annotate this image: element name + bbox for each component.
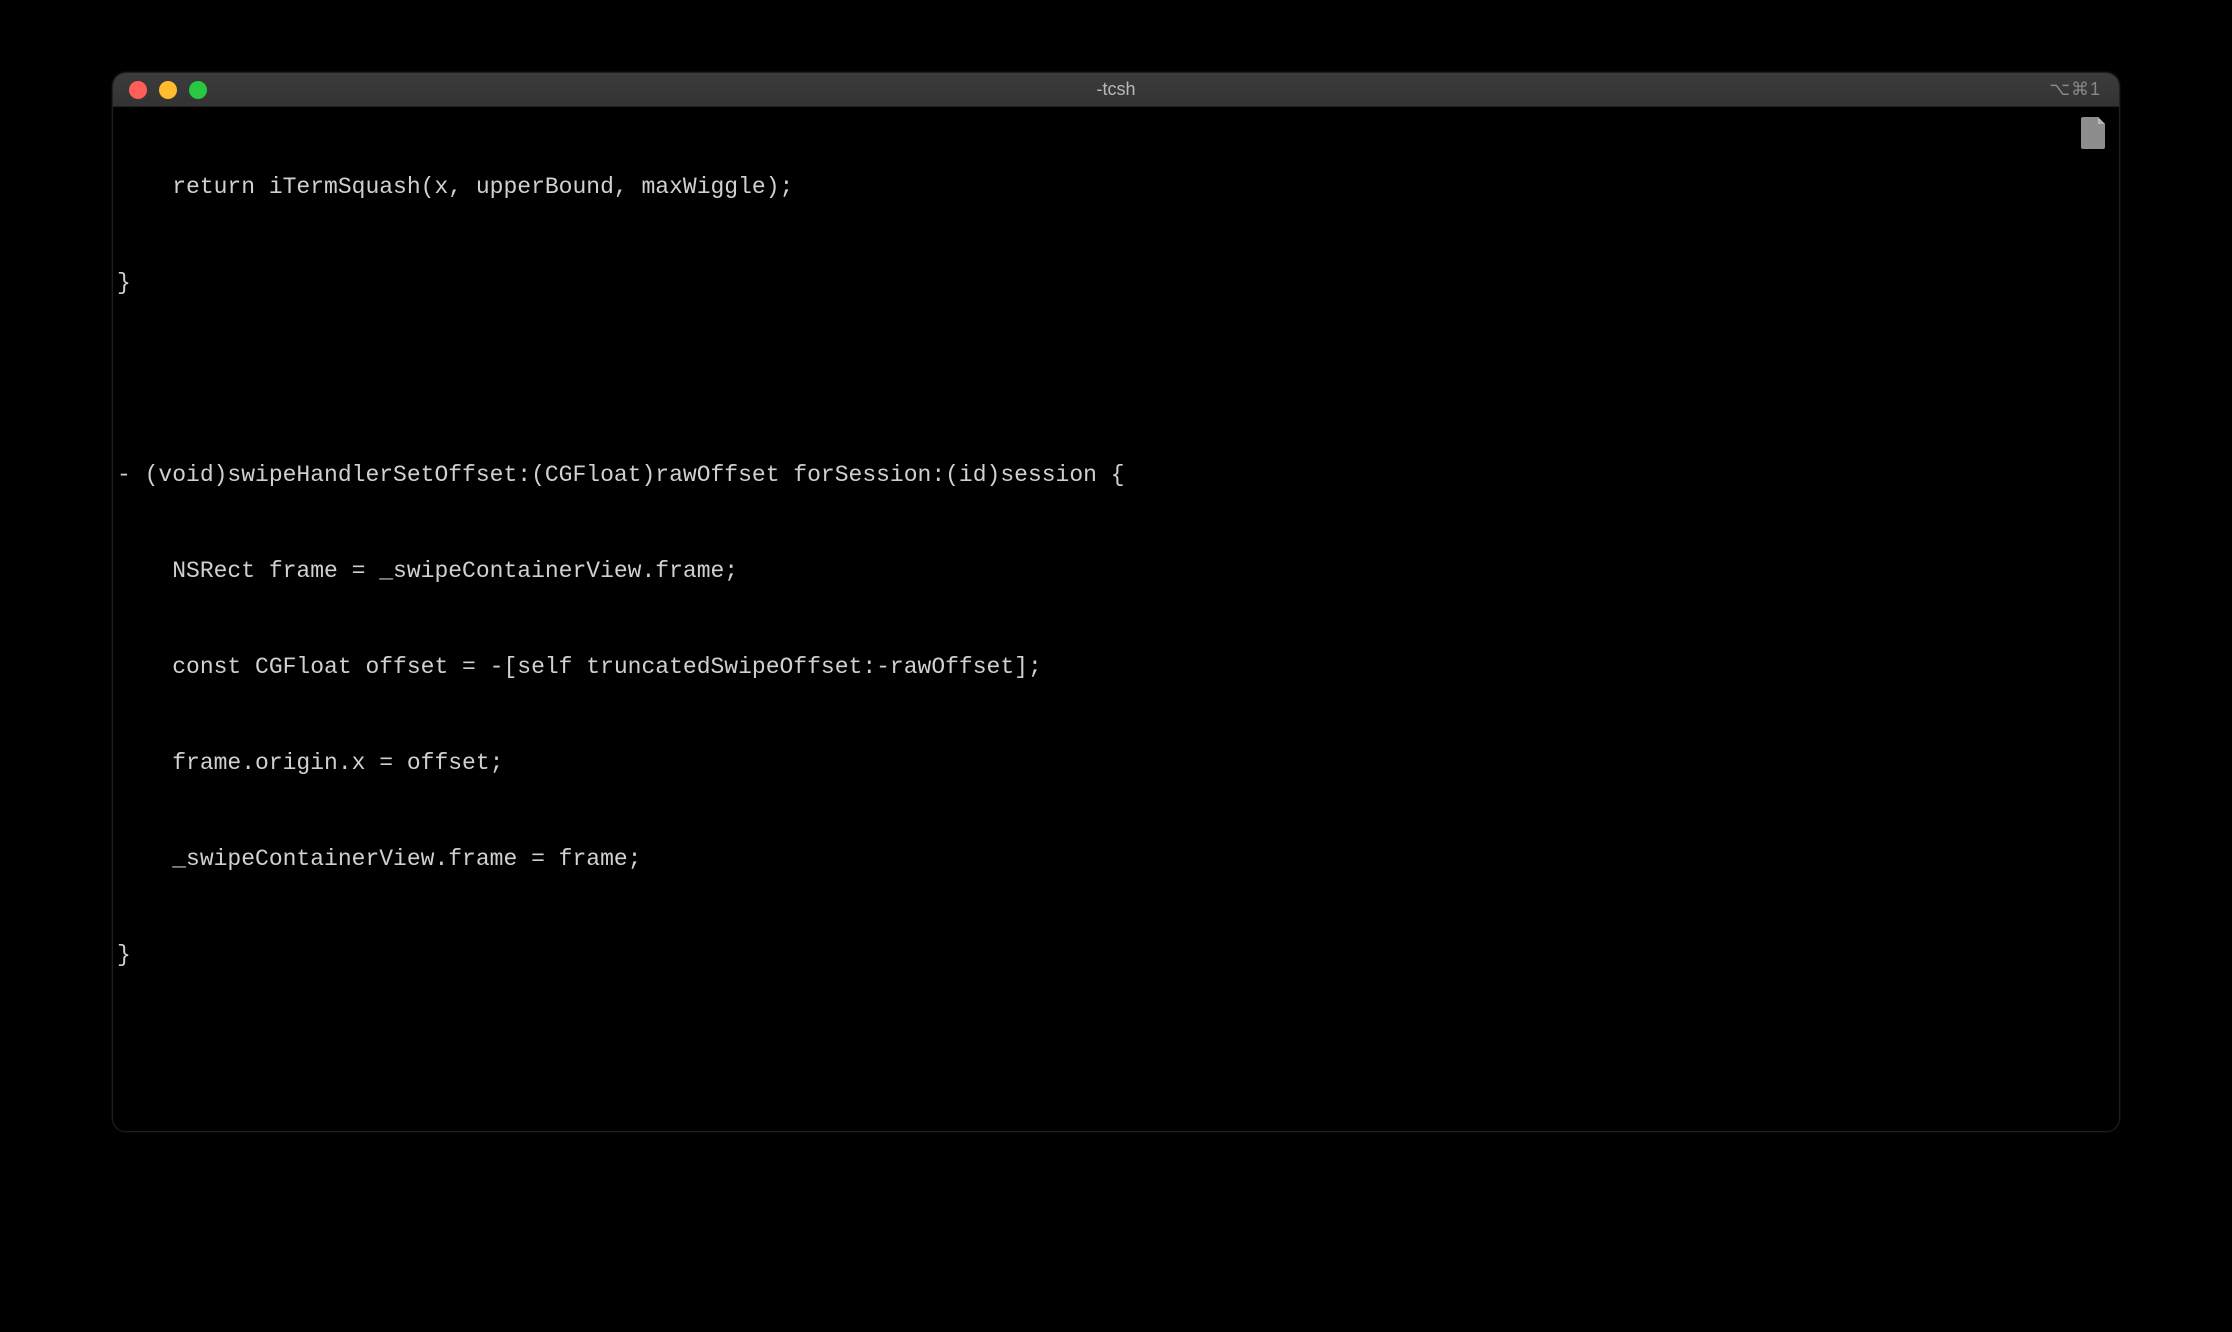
code-line [117,363,2115,395]
code-line: frame.origin.x = offset; [117,747,2115,779]
code-line: _swipeContainerView.frame = frame; [117,843,2115,875]
code-line: NSRect frame = _swipeContainerView.frame… [117,555,2115,587]
code-line [117,1035,2115,1067]
traffic-lights [129,81,207,99]
terminal-content[interactable]: return iTermSquash(x, upperBound, maxWig… [113,107,2119,1131]
window-titlebar[interactable]: -tcsh ⌥⌘1 [113,73,2119,107]
code-line: - (void)swipeHandlerSetOffset:(CGFloat)r… [117,459,2115,491]
window-title: -tcsh [113,79,2119,100]
close-button[interactable] [129,81,147,99]
code-line: } [117,267,2115,299]
maximize-button[interactable] [189,81,207,99]
code-line: return iTermSquash(x, upperBound, maxWig… [117,171,2115,203]
terminal-window: -tcsh ⌥⌘1 return iTermSquash(x, upperBou… [112,72,2120,1132]
minimize-button[interactable] [159,81,177,99]
code-line: const CGFloat offset = -[self truncatedS… [117,651,2115,683]
window-shortcut-hint: ⌥⌘1 [2049,79,2101,100]
document-icon[interactable] [2081,117,2107,149]
code-line: } [117,939,2115,971]
